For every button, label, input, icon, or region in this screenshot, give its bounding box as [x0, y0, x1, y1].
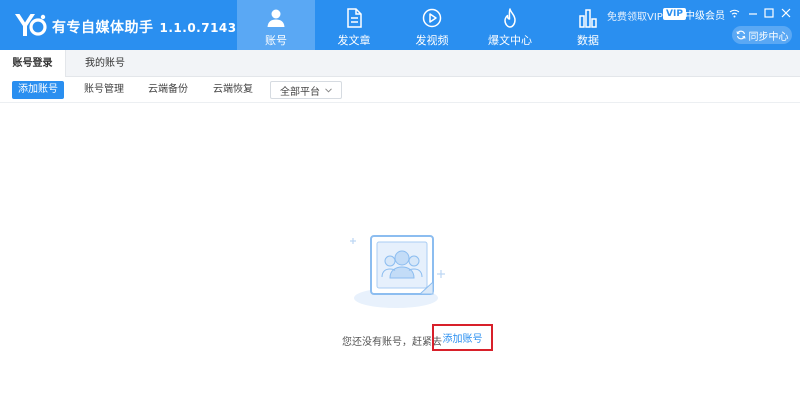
yo-logo-icon	[15, 14, 47, 36]
minimize-icon[interactable]	[746, 6, 760, 20]
flame-icon	[504, 8, 516, 28]
nav-account-label: 账号	[265, 34, 287, 47]
account-manage-button[interactable]: 账号管理	[84, 81, 124, 99]
platform-select[interactable]: 全部平台	[270, 81, 342, 99]
sub-tabs: 账号登录 我的账号	[0, 50, 800, 77]
main-nav: 账号 发文章 发视频 爆文中心 数据	[237, 0, 627, 50]
top-bar: 有专自媒体助手 1.1.0.7143 账号 发文章 发视频 爆文中心 数据 免费…	[0, 0, 800, 50]
free-vip-link[interactable]: 免费领取VIP	[607, 8, 663, 23]
app-version: 1.1.0.7143	[159, 21, 237, 35]
users-card-icon	[350, 235, 445, 308]
maximize-icon[interactable]	[762, 6, 776, 20]
cloud-restore-button[interactable]: 云端恢复	[213, 81, 253, 99]
sync-center-label: 同步中心	[748, 31, 789, 43]
cloud-backup-button[interactable]: 云端备份	[148, 81, 188, 99]
nav-article[interactable]: 发文章	[315, 0, 393, 50]
play-icon	[422, 8, 442, 28]
vip-badge: VIP	[663, 8, 686, 20]
sync-icon	[735, 30, 746, 40]
tab-my-accounts[interactable]: 我的账号	[66, 50, 144, 77]
add-account-link[interactable]: 添加账号	[443, 330, 483, 345]
member-level[interactable]: 中级会员	[685, 7, 725, 22]
nav-video-label: 发视频	[415, 34, 449, 47]
chevron-down-icon	[325, 87, 332, 93]
nav-data-label: 数据	[577, 34, 599, 47]
add-account-link-highlight[interactable]: 添加账号	[432, 324, 493, 351]
sync-center-button[interactable]: 同步中心	[732, 26, 792, 44]
empty-state-message: 您还没有账号，赶紧去	[342, 337, 442, 348]
wifi-icon[interactable]	[727, 6, 741, 20]
close-icon[interactable]	[779, 6, 793, 20]
tab-account-login[interactable]: 账号登录	[0, 50, 66, 77]
nav-account[interactable]: 账号	[237, 0, 315, 50]
nav-article-label: 发文章	[337, 34, 371, 47]
nav-video[interactable]: 发视频	[393, 0, 471, 50]
add-account-button[interactable]: 添加账号	[12, 81, 64, 99]
nav-hot-articles-label: 爆文中心	[488, 34, 532, 47]
document-icon	[347, 8, 362, 28]
user-icon	[267, 9, 285, 27]
account-toolbar: 添加账号 账号管理 云端备份 云端恢复 全部平台	[0, 77, 800, 103]
platform-select-value: 全部平台	[280, 86, 320, 98]
bar-chart-icon	[579, 9, 597, 28]
app-title: 有专自媒体助手 1.1.0.7143	[52, 17, 237, 37]
nav-hot-articles[interactable]: 爆文中心	[471, 0, 549, 50]
app-name: 有专自媒体助手	[52, 20, 154, 36]
